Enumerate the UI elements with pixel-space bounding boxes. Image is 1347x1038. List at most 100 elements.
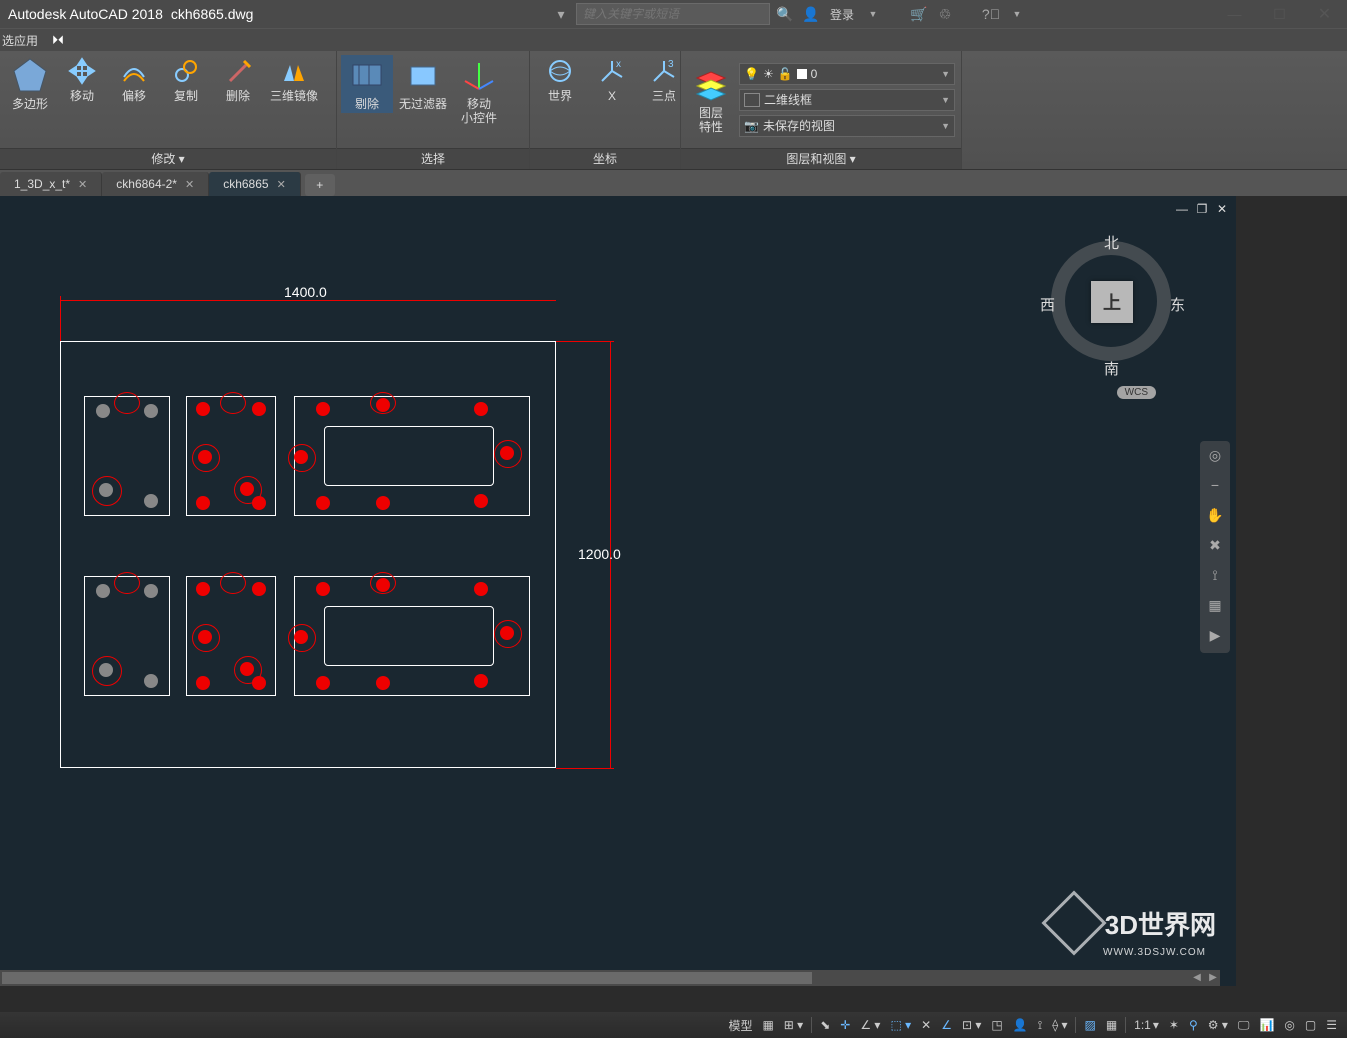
doc-window-controls: — ❐ ✕ bbox=[1174, 202, 1230, 216]
steering-wheel-icon[interactable]: ◎ bbox=[1205, 447, 1225, 467]
drawing-canvas[interactable]: — ❐ ✕ 上 北 南 西 东 WCS ◎ − ✋ ✖ ⟟ ▦ ▶ 1400.0… bbox=[0, 196, 1236, 986]
tab-close-icon[interactable]: ✕ bbox=[78, 178, 87, 191]
world-label: 世界 bbox=[548, 89, 572, 103]
user-icon[interactable]: 👤 bbox=[800, 3, 822, 25]
world-button[interactable]: 世界 bbox=[534, 55, 586, 105]
look-icon[interactable]: ⟟ bbox=[1205, 567, 1225, 587]
transparency-toggle[interactable]: ▨ bbox=[1080, 1015, 1099, 1035]
cycling-toggle[interactable]: ▦ bbox=[1102, 1015, 1121, 1035]
close-button[interactable]: ✕ bbox=[1302, 0, 1347, 28]
hardware-accel-toggle[interactable]: 📊 bbox=[1255, 1015, 1278, 1035]
dim-line bbox=[60, 300, 556, 301]
osnap-toggle[interactable]: ⬚ ▾ bbox=[886, 1015, 915, 1035]
search-input[interactable] bbox=[576, 3, 770, 25]
menu-app-select[interactable]: 选应用 bbox=[2, 32, 38, 49]
scroll-right-icon[interactable]: ▶ bbox=[1206, 971, 1220, 985]
move-button[interactable]: 移动 bbox=[56, 55, 108, 105]
zoom-minus-icon[interactable]: − bbox=[1205, 477, 1225, 497]
filter-toggle[interactable]: ⟟ bbox=[1034, 1015, 1046, 1035]
copy-label: 复制 bbox=[174, 89, 198, 103]
workspace-button[interactable]: ⚙ ▾ bbox=[1204, 1015, 1232, 1035]
tab-close-icon[interactable]: ✕ bbox=[185, 178, 194, 191]
copy-button[interactable]: 复制 bbox=[160, 55, 212, 105]
x-axis-button[interactable]: x X bbox=[586, 55, 638, 105]
cull-button[interactable]: 剔除 bbox=[341, 55, 393, 113]
viewcube-west[interactable]: 西 bbox=[1040, 294, 1055, 315]
title-bar: Autodesk AutoCAD 2018 ckh6865.dwg ▾ 🔍 👤 … bbox=[0, 0, 1347, 28]
viewcube-face-top[interactable]: 上 bbox=[1091, 281, 1133, 323]
file-tab-bar: 1_3D_x_t*✕ ckh6864-2*✕ ckh6865✕ + bbox=[0, 170, 1347, 196]
doc-close-icon[interactable]: ✕ bbox=[1214, 202, 1230, 216]
ortho-toggle[interactable]: ⬊ bbox=[816, 1015, 834, 1035]
menu-dropdown-icon[interactable]: ▾ bbox=[550, 3, 572, 25]
mirror3d-button[interactable]: 三维镜像 bbox=[264, 55, 324, 105]
scroll-left-icon[interactable]: ◀ bbox=[1190, 971, 1204, 985]
lineweight-toggle[interactable]: ⊡ ▾ bbox=[958, 1015, 985, 1035]
iso-toggle[interactable]: ∠ ▾ bbox=[856, 1015, 884, 1035]
monitor-toggle[interactable]: 🖵 bbox=[1234, 1015, 1254, 1035]
delete-button[interactable]: 删除 bbox=[212, 55, 264, 105]
viewcube-south[interactable]: 南 bbox=[1104, 358, 1119, 379]
view-row: 📷未保存的视图 ▼ bbox=[739, 115, 955, 137]
login-dropdown-icon[interactable]: ▼ bbox=[862, 3, 884, 25]
grid-icon[interactable]: ▦ bbox=[1205, 597, 1225, 617]
help-icon[interactable]: ?⃝ bbox=[980, 3, 1002, 25]
otrack-toggle[interactable]: ∠ bbox=[937, 1015, 956, 1035]
tab-add-button[interactable]: + bbox=[305, 174, 335, 196]
gizmo-icon bbox=[461, 57, 497, 93]
view-cube[interactable]: 上 北 南 西 东 bbox=[1036, 226, 1186, 376]
svg-text:3: 3 bbox=[668, 59, 674, 70]
search-icon[interactable]: 🔍 bbox=[774, 3, 796, 25]
snap-toggle[interactable]: ⊞ ▾ bbox=[780, 1015, 807, 1035]
menu-toggle-icon[interactable]: ⏵⏴ bbox=[52, 33, 64, 48]
login-label[interactable]: 登录 bbox=[830, 6, 854, 23]
doc-minimize-icon[interactable]: — bbox=[1174, 202, 1190, 216]
pan-icon[interactable]: ✋ bbox=[1205, 507, 1225, 527]
customize-button[interactable]: ☰ bbox=[1322, 1015, 1341, 1035]
model-space-button[interactable]: 模型 bbox=[724, 1015, 756, 1035]
viewcube-east[interactable]: 东 bbox=[1170, 294, 1185, 315]
scale-button[interactable]: 1:1 ▾ bbox=[1130, 1015, 1163, 1035]
chevron-down-icon: ▼ bbox=[941, 121, 950, 131]
lock-icon: 🔓 bbox=[778, 67, 793, 81]
ucs-toggle[interactable]: ◳ bbox=[987, 1015, 1006, 1035]
panel-title-coords[interactable]: 坐标 bbox=[530, 148, 680, 169]
help-dropdown-icon[interactable]: ▼ bbox=[1006, 3, 1028, 25]
dyn-input-toggle[interactable]: 👤 bbox=[1009, 1015, 1032, 1035]
horizontal-scrollbar[interactable]: ◀ ▶ bbox=[0, 970, 1220, 986]
view-dropdown[interactable]: 📷未保存的视图 ▼ bbox=[739, 115, 955, 137]
scale-label: 1:1 bbox=[1134, 1018, 1151, 1032]
clean-screen-toggle[interactable]: ▢ bbox=[1301, 1015, 1320, 1035]
play-icon[interactable]: ▶ bbox=[1205, 627, 1225, 647]
layer-props-button[interactable]: 图层 特性 bbox=[685, 55, 737, 144]
polygon-button[interactable]: 多边形 bbox=[4, 55, 56, 113]
3dosnap-toggle[interactable]: ✕ bbox=[917, 1015, 935, 1035]
offset-button[interactable]: 偏移 bbox=[108, 55, 160, 105]
annotation-toggle[interactable]: ✶ bbox=[1165, 1015, 1183, 1035]
nofilter-button[interactable]: 无过滤器 bbox=[393, 55, 453, 113]
viewcube-north[interactable]: 北 bbox=[1104, 232, 1119, 253]
dim-extension-line bbox=[556, 341, 614, 342]
gizmo-toggle[interactable]: ⟠ ▾ bbox=[1048, 1015, 1071, 1035]
file-tab[interactable]: ckh6864-2*✕ bbox=[102, 172, 209, 196]
tab-close-icon[interactable]: ✕ bbox=[277, 178, 286, 191]
panel-title-layer-view[interactable]: 图层和视图 ▾ bbox=[681, 148, 961, 169]
gizmo-button[interactable]: 移动 小控件 bbox=[453, 55, 505, 127]
scroll-thumb[interactable] bbox=[2, 972, 812, 984]
file-tab-active[interactable]: ckh6865✕ bbox=[209, 172, 301, 196]
polar-toggle[interactable]: ✛ bbox=[836, 1015, 854, 1035]
minimize-button[interactable]: — bbox=[1212, 0, 1257, 28]
exchange-icon[interactable]: ♲ bbox=[934, 3, 956, 25]
visual-style-dropdown[interactable]: 二维线框 ▼ bbox=[739, 89, 955, 111]
grid-toggle[interactable]: ▦ bbox=[758, 1015, 777, 1035]
annotation-auto-toggle[interactable]: ⚲ bbox=[1185, 1015, 1202, 1035]
layer-dropdown[interactable]: 💡☀🔓0 ▼ bbox=[739, 63, 955, 85]
isolate-toggle[interactable]: ◎ bbox=[1280, 1015, 1298, 1035]
maximize-button[interactable]: ☐ bbox=[1257, 0, 1302, 28]
orbit-icon[interactable]: ✖ bbox=[1205, 537, 1225, 557]
file-tab[interactable]: 1_3D_x_t*✕ bbox=[0, 172, 102, 196]
wcs-badge[interactable]: WCS bbox=[1117, 386, 1156, 399]
cart-icon[interactable]: 🛒 bbox=[908, 3, 930, 25]
doc-restore-icon[interactable]: ❐ bbox=[1194, 202, 1210, 216]
panel-title-modify[interactable]: 修改 ▾ bbox=[0, 148, 336, 169]
